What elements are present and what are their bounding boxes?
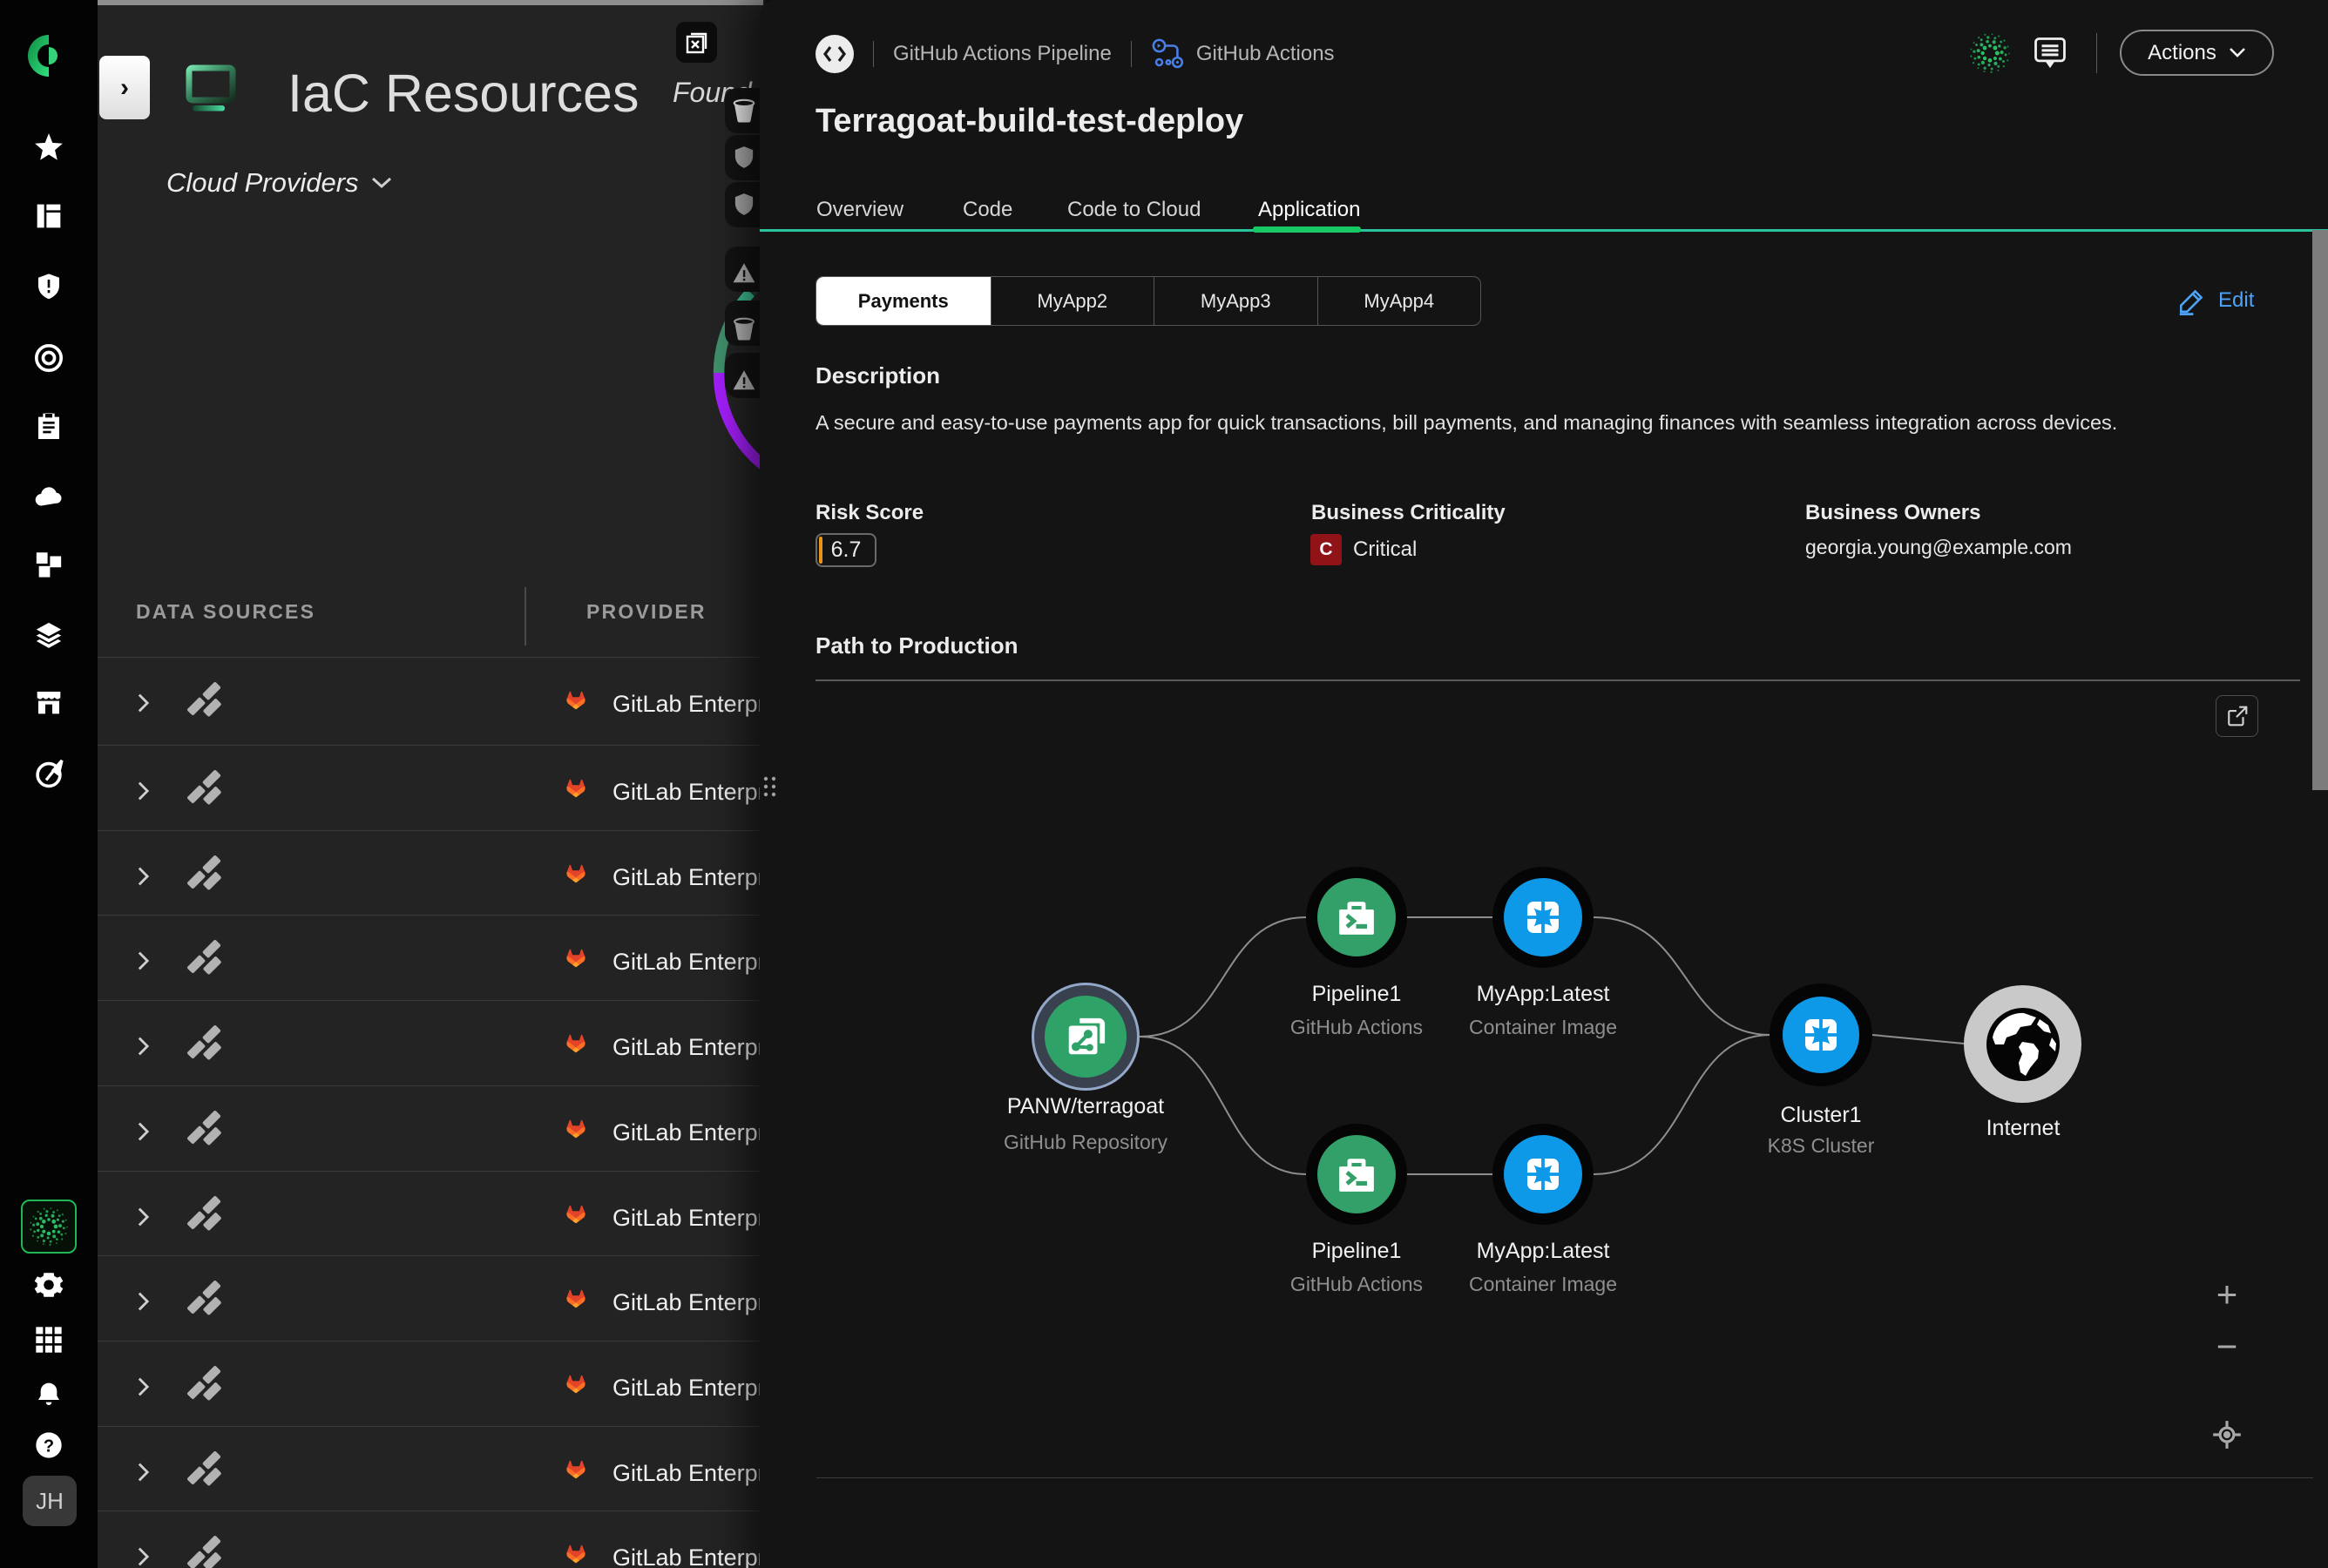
svg-text:?: ? [44, 1436, 54, 1456]
